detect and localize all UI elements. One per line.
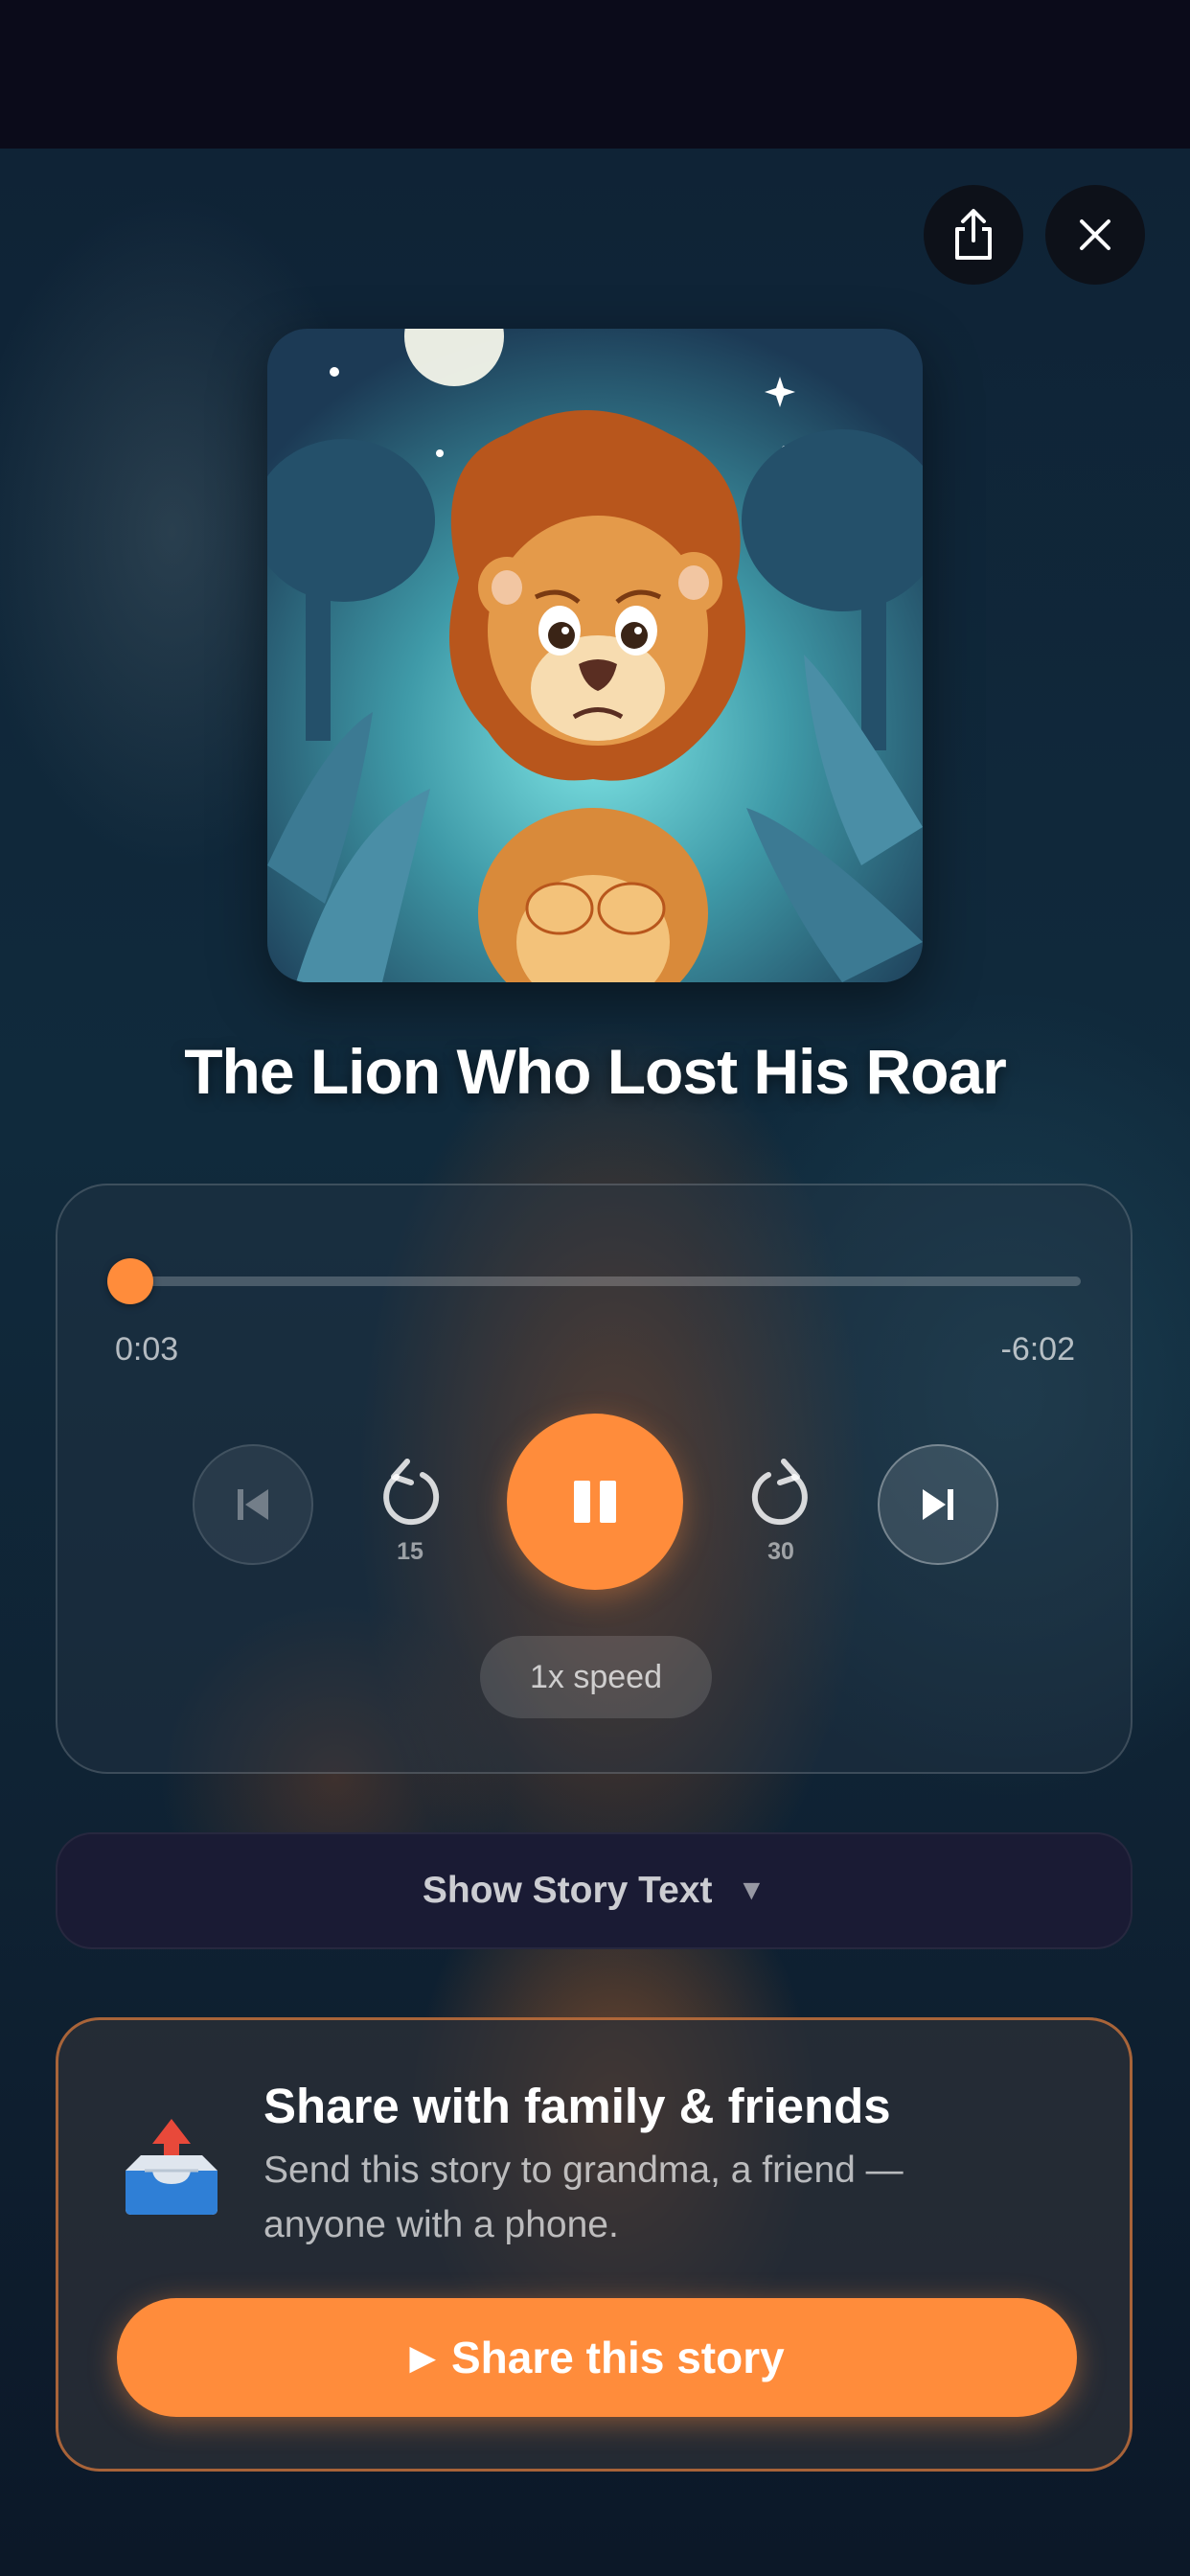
- lion-illustration: [267, 329, 923, 982]
- progress-thumb[interactable]: [107, 1258, 153, 1304]
- rewind-icon: [383, 1459, 440, 1526]
- close-button[interactable]: [1045, 185, 1145, 285]
- show-story-text-toggle[interactable]: Show Story Text ▼: [56, 1832, 1133, 1949]
- audio-player-panel: 0:03 -6:02 15 30 1x speed: [56, 1184, 1133, 1774]
- play-icon: ▶: [409, 2337, 436, 2377]
- previous-track-button[interactable]: [193, 1444, 313, 1565]
- share-story-button[interactable]: ▶ Share this story: [117, 2298, 1077, 2417]
- chevron-down-icon: ▼: [737, 1874, 767, 1906]
- share-story-button-label: Share this story: [451, 2333, 785, 2382]
- elapsed-time: 0:03: [115, 1331, 179, 1368]
- forward-seconds-label: 30: [767, 1538, 794, 1565]
- progress-track[interactable]: [107, 1258, 1081, 1304]
- share-card: Share with family & friends Send this st…: [56, 2017, 1133, 2472]
- share-card-subtitle: Send this story to grandma, a friend — a…: [263, 2150, 904, 2245]
- playback-speed-button[interactable]: 1x speed: [480, 1636, 712, 1718]
- remaining-time: -6:02: [1000, 1331, 1076, 1368]
- story-cover-image: [267, 329, 923, 982]
- share-icon: [955, 209, 992, 260]
- forward-30-button[interactable]: 30: [728, 1454, 834, 1578]
- share-card-title: Share with family & friends: [263, 2079, 891, 2133]
- rewind-seconds-label: 15: [397, 1538, 423, 1565]
- pause-icon: [574, 1481, 616, 1523]
- next-track-button[interactable]: [878, 1444, 998, 1565]
- skip-next-icon: [923, 1489, 953, 1520]
- rewind-15-button[interactable]: 15: [357, 1454, 463, 1578]
- share-button[interactable]: [924, 185, 1023, 285]
- status-bar: [0, 0, 1190, 149]
- fast-forward-icon: [751, 1459, 808, 1526]
- close-icon: [1080, 219, 1110, 250]
- pause-button[interactable]: [507, 1414, 683, 1590]
- story-title: The Lion Who Lost His Roar: [184, 1036, 1007, 1107]
- skip-previous-icon: [238, 1489, 268, 1520]
- story-toggle-label: Show Story Text: [422, 1870, 713, 1911]
- outbox-tray-icon: [126, 2119, 217, 2215]
